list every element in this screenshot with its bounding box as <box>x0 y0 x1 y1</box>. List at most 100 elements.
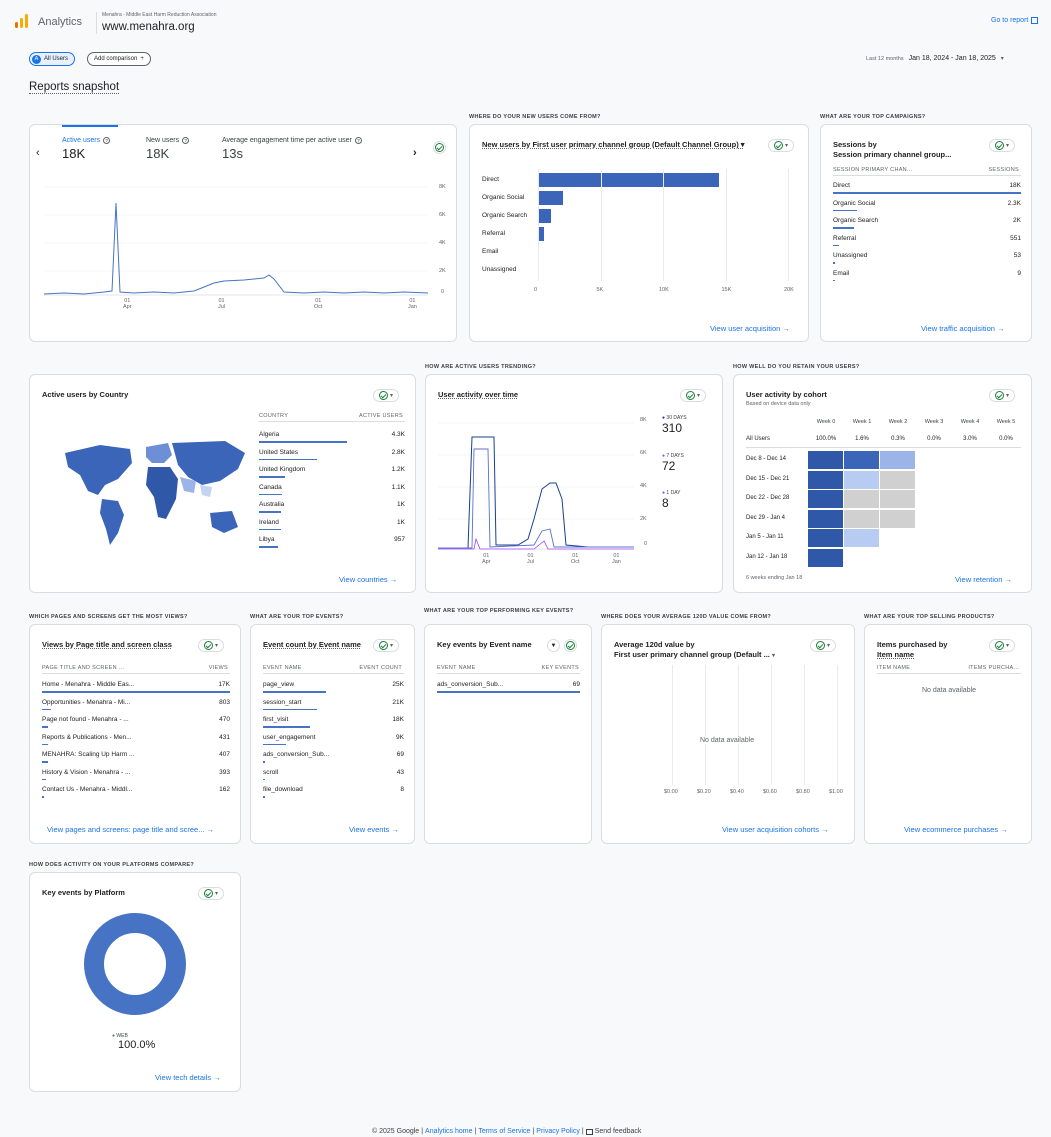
compare-button[interactable]: ▾ <box>373 389 399 402</box>
table-row[interactable]: first_visit 18K <box>263 716 404 723</box>
compare-button[interactable]: ▾ <box>680 389 706 402</box>
table-row[interactable]: Contact Us - Menahra - Middl... 162 <box>42 786 230 793</box>
table-row[interactable]: Reports & Publications - Men... 431 <box>42 734 230 741</box>
prev-metrics-button[interactable]: ‹ <box>36 147 40 159</box>
cohort-cell[interactable] <box>844 451 879 469</box>
view-user-acquisition-link[interactable]: View user acquisition → <box>710 324 790 333</box>
add-comparison-button[interactable]: Add comparison + <box>87 52 151 66</box>
cohort-cell[interactable] <box>844 470 879 489</box>
compare-button[interactable]: ▾ <box>768 139 794 152</box>
bar-2[interactable] <box>538 209 551 223</box>
table-row[interactable]: Organic Search 2K <box>833 217 1021 224</box>
cohort-cell[interactable] <box>880 490 915 508</box>
retention-card-title[interactable]: User activity by cohort <box>746 390 827 399</box>
table-row[interactable]: Unassigned 53 <box>833 252 1021 259</box>
check-icon <box>994 141 1004 150</box>
insights-check-button[interactable] <box>564 639 577 652</box>
cohort-cell[interactable] <box>880 509 915 528</box>
cohort-cell[interactable] <box>880 470 915 489</box>
donut-slice-web[interactable] <box>84 913 186 1015</box>
metric-new-users[interactable]: New users? 18K <box>146 137 190 161</box>
acquisition-card-title[interactable]: New users by First user primary channel … <box>482 140 745 149</box>
footer-link-privacy[interactable]: Privacy Policy <box>536 1128 580 1135</box>
compare-button[interactable]: ▾ <box>373 639 399 652</box>
ltv-card-title[interactable]: Average 120d value by First user primary… <box>614 640 775 661</box>
table-row[interactable]: page_view 25K <box>263 681 404 688</box>
compare-button[interactable]: ▾ <box>989 389 1015 402</box>
table-row[interactable]: Algeria 4.3K <box>259 431 405 438</box>
compare-button[interactable]: ▾ <box>810 639 836 652</box>
compare-button[interactable]: ▾ <box>989 639 1015 652</box>
property-selector[interactable]: www.menahra.org <box>102 21 195 33</box>
table-row[interactable]: Home - Menahra - Middle Eas... 17K <box>42 681 230 688</box>
table-row[interactable]: Australia 1K <box>259 501 405 508</box>
go-to-report-link[interactable]: Go to report <box>991 17 1039 24</box>
platform-card-title[interactable]: Key events by Platform <box>42 888 125 897</box>
country-card-title[interactable]: Active users by Country <box>42 390 128 399</box>
table-row[interactable]: Ireland 1K <box>259 519 405 526</box>
key-events-card-title[interactable]: Key events by Event name <box>437 640 532 649</box>
view-retention-link[interactable]: View retention → <box>955 575 1012 584</box>
next-metrics-button[interactable]: › <box>413 147 417 159</box>
table-row[interactable]: United Kingdom 1.2K <box>259 466 405 473</box>
view-events-link[interactable]: View events → <box>349 825 399 834</box>
cohort-cell[interactable] <box>880 451 915 469</box>
footer-link-analytics-home[interactable]: Analytics home <box>425 1128 472 1135</box>
table-row[interactable]: Direct 18K <box>833 182 1021 189</box>
view-countries-link[interactable]: View countries → <box>339 575 397 584</box>
compare-button[interactable]: ▾ <box>198 639 224 652</box>
table-row[interactable]: session_start 21K <box>263 699 404 706</box>
table-row[interactable]: file_download 8 <box>263 786 404 793</box>
cohort-cell[interactable] <box>844 529 879 547</box>
table-row[interactable]: ads_conversion_Sub... 69 <box>437 681 580 688</box>
table-row[interactable]: scroll 43 <box>263 769 404 776</box>
table-row[interactable]: Libya 957 <box>259 536 405 543</box>
table-row[interactable]: MENAHRA: Scaling Up Harm ... 407 <box>42 751 230 758</box>
date-range-picker[interactable]: Last 12 months Jan 18, 2024 - Jan 18, 20… <box>866 55 1004 62</box>
filter-button[interactable]: ▼ <box>547 639 560 652</box>
table-row[interactable]: United States 2.8K <box>259 449 405 456</box>
table-row[interactable]: Organic Social 2.3K <box>833 200 1021 207</box>
compare-button[interactable]: ▾ <box>989 139 1015 152</box>
row-label: Ireland <box>259 518 279 526</box>
campaigns-card-title[interactable]: Sessions by Session primary channel grou… <box>833 140 951 160</box>
table-row[interactable]: Opportunities - Menahra - Mi... 803 <box>42 699 230 706</box>
trending-card-title[interactable]: User activity over time <box>438 390 518 399</box>
table-row[interactable]: Email 9 <box>833 270 1021 277</box>
cohort-cell[interactable] <box>808 451 843 469</box>
metric-engagement-time[interactable]: Average engagement time per active user?… <box>222 137 362 161</box>
cohort-cell[interactable] <box>808 548 843 567</box>
account-name[interactable]: Menahra - Middle East Harm Reduction Ass… <box>102 12 217 18</box>
world-map[interactable] <box>60 433 255 553</box>
cohort-cell[interactable] <box>808 470 843 489</box>
table-row[interactable]: Referral 551 <box>833 235 1021 242</box>
products-card-title[interactable]: Items purchased by Item name <box>877 640 947 660</box>
table-row[interactable]: Canada 1.1K <box>259 484 405 491</box>
platform-donut-chart[interactable] <box>82 911 188 1017</box>
bar-0[interactable] <box>538 173 720 187</box>
view-pages-link[interactable]: View pages and screens: page title and s… <box>47 825 214 834</box>
view-user-acquisition-cohorts-link[interactable]: View user acquisition cohorts → <box>722 825 829 834</box>
cohort-cell[interactable] <box>844 490 879 508</box>
table-row[interactable]: Page not found - Menahra - ... 470 <box>42 716 230 723</box>
footer-link-terms[interactable]: Terms of Service <box>478 1128 530 1135</box>
table-row[interactable]: user_engagement 9K <box>263 734 404 741</box>
gridline <box>771 665 772 785</box>
table-row[interactable]: History & Vision - Menahra - ... 393 <box>42 769 230 776</box>
all-users-chip[interactable]: A All Users <box>29 52 76 66</box>
view-tech-details-link[interactable]: View tech details → <box>155 1073 221 1082</box>
cohort-cell[interactable] <box>808 529 843 547</box>
compare-button[interactable]: ▾ <box>198 887 224 900</box>
table-row[interactable]: ads_conversion_Sub... 69 <box>263 751 404 758</box>
view-ecommerce-purchases-link[interactable]: View ecommerce purchases → <box>904 825 1008 834</box>
metric-active-users[interactable]: Active users? 18K <box>62 137 111 161</box>
insights-check-button[interactable] <box>433 141 446 154</box>
cohort-cell[interactable] <box>844 509 879 528</box>
pages-card-title[interactable]: Views by Page title and screen class <box>42 640 172 649</box>
view-traffic-acquisition-link[interactable]: View traffic acquisition → <box>921 324 1005 333</box>
cohort-cell[interactable] <box>808 490 843 508</box>
bar-1[interactable] <box>538 191 563 205</box>
send-feedback-link[interactable]: Send feedback <box>595 1128 642 1135</box>
events-card-title[interactable]: Event count by Event name <box>263 640 361 649</box>
cohort-cell[interactable] <box>808 509 843 528</box>
